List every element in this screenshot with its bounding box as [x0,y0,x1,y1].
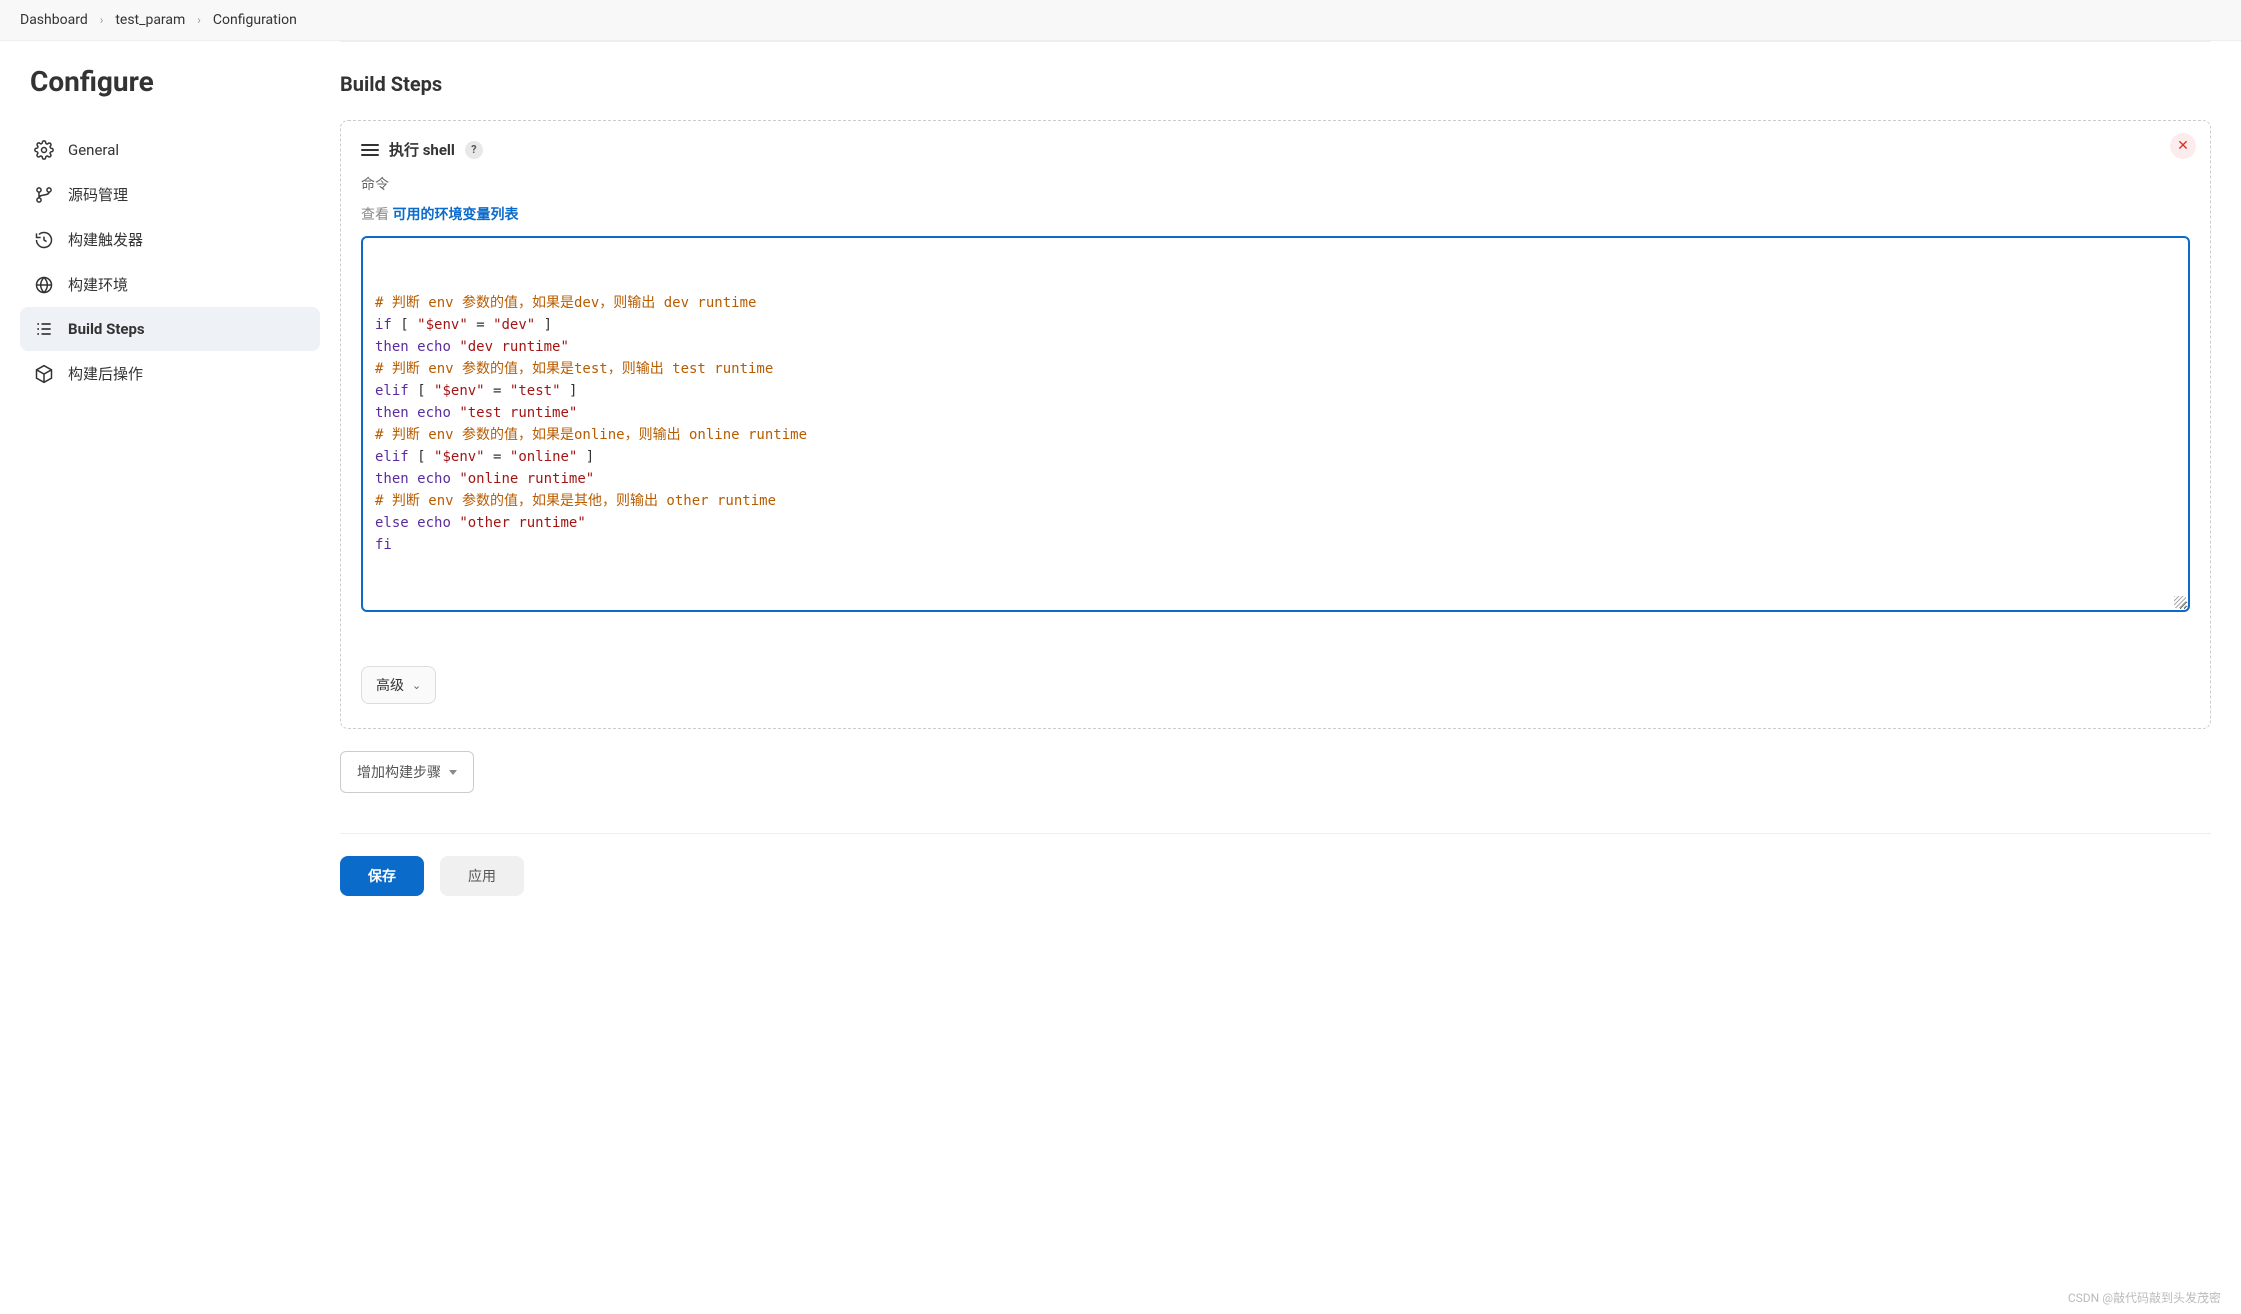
advanced-button[interactable]: 高级 ⌄ [361,666,436,704]
advanced-label: 高级 [376,675,404,695]
sidebar-item-5[interactable]: 构建后操作 [20,351,320,396]
main-content: Build Steps 执行 shell ? ✕ 命令 查看 可用的环境变量列表… [340,41,2241,952]
see-prefix: 查看 [361,207,392,223]
sidebar-item-label: Build Steps [68,320,145,338]
divider [340,41,2211,42]
cube-icon [34,364,54,384]
page-title: Configure [30,65,320,98]
footer-bar: 保存 应用 [340,834,2211,912]
breadcrumb: Dashboard › test_param › Configuration [0,0,2241,41]
code-line: # 判断 env 参数的值，如果是dev，则输出 dev runtime [375,292,2176,314]
code-line: elif [ "$env" = "test" ] [375,380,2176,402]
sidebar-item-1[interactable]: 源码管理 [20,172,320,217]
sidebar-item-0[interactable]: General [20,128,320,172]
steps-icon [34,319,54,339]
step-title: 执行 shell [389,139,455,160]
resize-handle-icon[interactable] [2174,596,2186,608]
chevron-right-icon: › [100,13,104,27]
code-line: fi [375,534,2176,556]
command-label: 命令 [361,174,2190,194]
build-step-card: 执行 shell ? ✕ 命令 查看 可用的环境变量列表 # 判断 env 参数… [340,120,2211,729]
code-line: then echo "test runtime" [375,402,2176,424]
sidebar-item-label: 源码管理 [68,184,128,205]
drag-handle-icon[interactable] [361,144,379,156]
watermark: CSDN @敲代码敲到头发茂密 [2068,1289,2221,1306]
code-line: # 判断 env 参数的值，如果是online，则输出 online runti… [375,424,2176,446]
chevron-right-icon: › [197,13,201,27]
env-vars-link[interactable]: 可用的环境变量列表 [392,207,518,223]
breadcrumb-item-1[interactable]: test_param [115,12,185,28]
branch-icon [34,185,54,205]
close-icon[interactable]: ✕ [2170,133,2196,159]
gear-icon [34,140,54,160]
chevron-down-icon: ⌄ [412,679,421,692]
code-line: # 判断 env 参数的值，如果是其他，则输出 other runtime [375,490,2176,512]
sidebar-item-label: 构建后操作 [68,363,143,384]
caret-down-icon [449,770,457,775]
breadcrumb-item-0[interactable]: Dashboard [20,12,88,28]
globe-icon [34,275,54,295]
breadcrumb-item-2[interactable]: Configuration [213,12,297,28]
add-build-step-label: 增加构建步骤 [357,762,441,782]
clock-icon [34,230,54,250]
add-build-step-button[interactable]: 增加构建步骤 [340,751,474,793]
code-line: # 判断 env 参数的值，如果是test，则输出 test runtime [375,358,2176,380]
sidebar-item-2[interactable]: 构建触发器 [20,217,320,262]
sidebar-item-label: 构建触发器 [68,229,143,250]
code-line: else echo "other runtime" [375,512,2176,534]
sidebar: Configure General 源码管理构建触发器构建环境 Build Step… [0,41,340,952]
env-vars-help-line: 查看 可用的环境变量列表 [361,204,2190,224]
sidebar-item-label: 构建环境 [68,274,128,295]
apply-button[interactable]: 应用 [440,856,524,896]
sidebar-item-3[interactable]: 构建环境 [20,262,320,307]
code-line: then echo "online runtime" [375,468,2176,490]
sidebar-item-4[interactable]: Build Steps [20,307,320,351]
sidebar-item-label: General [68,141,119,159]
code-line: if [ "$env" = "dev" ] [375,314,2176,336]
code-line: then echo "dev runtime" [375,336,2176,358]
shell-command-input[interactable]: # 判断 env 参数的值，如果是dev，则输出 dev runtimeif [… [361,236,2190,612]
help-icon[interactable]: ? [465,141,483,159]
save-button[interactable]: 保存 [340,856,424,896]
code-line: elif [ "$env" = "online" ] [375,446,2176,468]
section-title-build-steps: Build Steps [340,72,2211,96]
